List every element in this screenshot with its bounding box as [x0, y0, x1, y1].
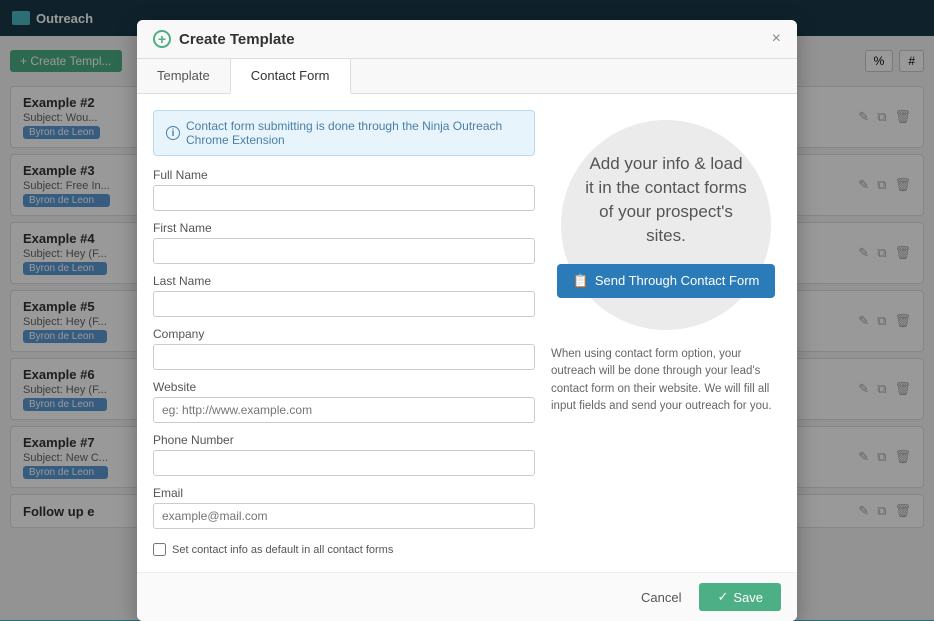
full-name-input[interactable] — [153, 185, 535, 211]
cancel-button[interactable]: Cancel — [631, 583, 691, 611]
modal-body: i Contact form submitting is done throug… — [137, 94, 797, 572]
first-name-group: First Name — [153, 221, 535, 264]
phone-label: Phone Number — [153, 433, 535, 447]
modal-title-text: Create Template — [179, 31, 295, 48]
email-group: Email — [153, 486, 535, 529]
save-button[interactable]: ✓ Save — [699, 583, 781, 611]
first-name-label: First Name — [153, 221, 535, 235]
website-group: Website — [153, 380, 535, 423]
website-input[interactable] — [153, 397, 535, 423]
form-column: i Contact form submitting is done throug… — [153, 110, 535, 556]
default-checkbox-label: Set contact info as default in all conta… — [172, 544, 393, 556]
circle-graphic: Add your info & load it in the contact f… — [561, 120, 771, 330]
right-panel-info-text: When using contact form option, your out… — [551, 346, 781, 415]
modal-header: + Create Template × — [137, 20, 797, 59]
circle-text: Add your info & load it in the contact f… — [585, 152, 747, 247]
last-name-group: Last Name — [153, 274, 535, 317]
save-label: Save — [733, 590, 763, 605]
last-name-input[interactable] — [153, 291, 535, 317]
company-group: Company — [153, 327, 535, 370]
company-label: Company — [153, 327, 535, 341]
full-name-group: Full Name — [153, 168, 535, 211]
document-icon: 📋 — [573, 273, 589, 289]
default-checkbox-row: Set contact info as default in all conta… — [153, 543, 535, 556]
company-input[interactable] — [153, 344, 535, 370]
checkmark-icon: ✓ — [717, 589, 728, 605]
send-btn-label: Send Through Contact Form — [595, 273, 760, 288]
info-banner-text: Contact form submitting is done through … — [186, 119, 522, 147]
plus-icon: + — [153, 30, 171, 48]
full-name-label: Full Name — [153, 168, 535, 182]
modal-title: + Create Template — [153, 30, 295, 48]
right-panel: Add your info & load it in the contact f… — [551, 110, 781, 556]
info-banner: i Contact form submitting is done throug… — [153, 110, 535, 156]
modal-tabs: Template Contact Form — [137, 59, 797, 94]
first-name-input[interactable] — [153, 238, 535, 264]
phone-group: Phone Number — [153, 433, 535, 476]
modal-footer: Cancel ✓ Save — [137, 572, 797, 621]
tab-contact-form[interactable]: Contact Form — [230, 59, 351, 94]
website-label: Website — [153, 380, 535, 394]
tab-template[interactable]: Template — [137, 59, 230, 94]
email-label: Email — [153, 486, 535, 500]
modal-close-button[interactable]: × — [772, 30, 781, 48]
default-checkbox[interactable] — [153, 543, 166, 556]
email-input[interactable] — [153, 503, 535, 529]
modal-overlay: + Create Template × Template Contact For… — [0, 0, 934, 620]
send-through-contact-form-button[interactable]: 📋 Send Through Contact Form — [557, 264, 776, 298]
last-name-label: Last Name — [153, 274, 535, 288]
phone-input[interactable] — [153, 450, 535, 476]
info-icon: i — [166, 126, 180, 140]
create-template-modal: + Create Template × Template Contact For… — [137, 20, 797, 621]
